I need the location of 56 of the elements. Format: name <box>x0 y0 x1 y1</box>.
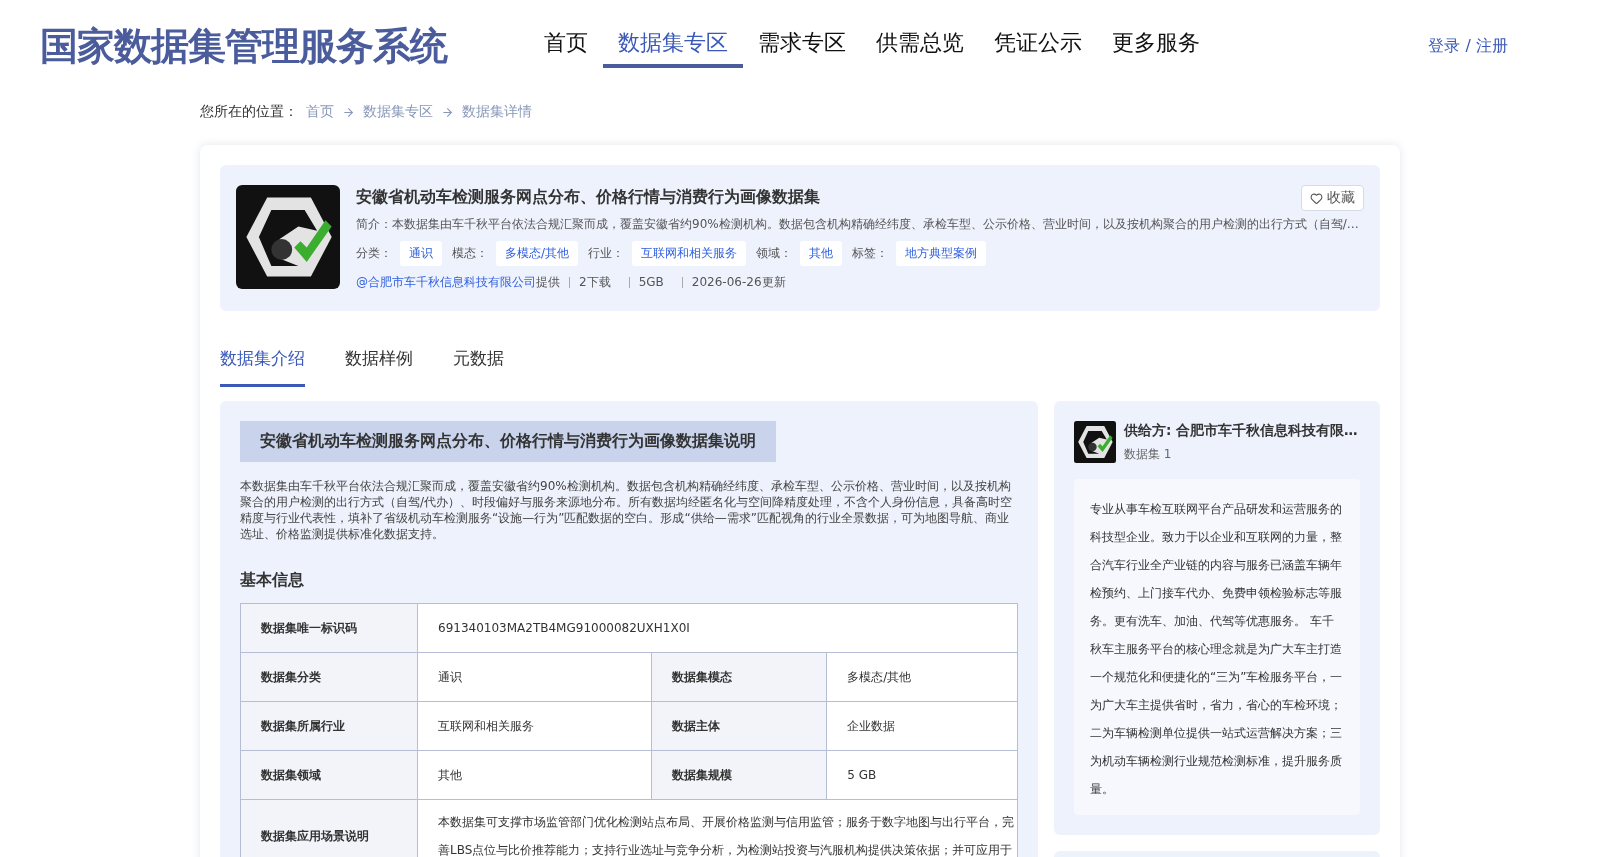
table-cell: 通识 <box>417 652 652 702</box>
content-tab[interactable]: 元数据 <box>453 341 504 387</box>
dataset-stat: 2下载 <box>569 277 620 288</box>
supplier-dataset-count: 数据集 1 <box>1124 445 1173 463</box>
table-header-cell: 数据集规模 <box>651 750 827 800</box>
company-logo-icon <box>1074 421 1116 463</box>
arrow-right-icon <box>441 105 454 119</box>
breadcrumb-label: 您所在的位置： <box>200 103 298 121</box>
content-tab[interactable]: 数据样例 <box>345 341 413 387</box>
tag-label: 模态： <box>452 245 488 262</box>
table-cell: 互联网和相关服务 <box>417 701 652 751</box>
nav-tab[interactable]: 需求专区 <box>743 22 861 68</box>
content-tab[interactable]: 数据集介绍 <box>220 341 305 387</box>
table-cell: 5 GB <box>826 750 1018 800</box>
dataset-title: 安徽省机动车检测服务网点分布、价格行情与消费行为画像数据集 <box>356 187 820 208</box>
table-header-cell: 数据集唯一标识码 <box>240 603 418 653</box>
table-header-cell: 数据集所属行业 <box>240 701 418 751</box>
site-logo[interactable]: 国家数据集管理服务系统 <box>40 20 447 72</box>
heart-icon <box>1310 191 1323 205</box>
arrow-right-icon <box>342 105 355 119</box>
tag: 其他 <box>800 241 843 266</box>
nav-tab[interactable]: 数据集专区 <box>603 22 743 68</box>
provider-suffix: 提供 <box>536 274 560 291</box>
dataset-stat: 2026-06-26更新 <box>681 277 795 288</box>
favorite-button[interactable]: 收藏 <box>1301 185 1364 211</box>
supplier-name: 供给方: 合肥市车千秋信息科技有限… <box>1124 421 1358 440</box>
table-header-cell: 数据集应用场景说明 <box>240 799 418 857</box>
nav-tab[interactable]: 更多服务 <box>1097 22 1215 68</box>
tag-label: 分类： <box>356 245 392 262</box>
tag: 通识 <box>400 241 442 266</box>
table-cell: 其他 <box>417 750 652 800</box>
description-text: 本数据集由车千秋平台依法合规汇聚而成，覆盖安徽省约90%检测机构。数据包含机构精确经纬度、承检车型、公示价格、营业时间，以及按机构聚合的用户检测的出行方式（自驾/代办）、时段偏好与服务来源地分布。所有数据均经匿名化与空间降精度处理，不含个人身份信息，具备高时空精度与行业代表性，填补了省级机动车检测服务“设施—行为”匹配数据的空白。形成“供给—需求”匹配视角的行业全景数据，可为地图导航、商业选址、价格监测提供标准化数据支持。 <box>240 478 1014 542</box>
tag: 互联网和相关服务 <box>632 241 747 266</box>
nav-tab[interactable]: 供需总览 <box>861 22 979 68</box>
table-header-cell: 数据集模态 <box>651 652 827 702</box>
nav-tab[interactable]: 凭证公示 <box>979 22 1097 68</box>
tag: 地方典型案例 <box>896 241 987 266</box>
provider-link[interactable]: @合肥市车千秋信息科技有限公司 <box>356 274 536 291</box>
table-cell: 691340103MA2TB4MG91000082UXH1X0I <box>417 603 1018 653</box>
dataset-summary: 简介：本数据集由车千秋平台依法合规汇聚而成，覆盖安徽省约90%检测机构。数据包含机构精确经纬度、承检车型、公示价格、营业时间，以及按机构聚合的用户检测的出行方式（自驾/… <box>356 216 1360 233</box>
tag-label: 行业： <box>588 245 625 262</box>
table-header-cell: 数据集分类 <box>240 652 418 702</box>
table-cell: 多模态/其他 <box>826 652 1018 702</box>
dataset-stat: 5GB <box>628 277 673 288</box>
description-title: 安徽省机动车检测服务网点分布、价格行情与消费行为画像数据集说明 <box>240 421 776 462</box>
section-title: 基本信息 <box>240 570 305 591</box>
company-logo-icon <box>236 185 340 289</box>
login-link[interactable]: 登录 / 注册 <box>1428 35 1508 57</box>
table-header-cell: 数据主体 <box>651 701 827 751</box>
supplier-description: 专业从事车检互联网平台产品研发和运营服务的科技型企业。致力于以企业和互联网的力量，整合汽车行业全产业链的内容与服务已涵盖车辆年检预约、上门接车代办、免费申领检验标志等服务。更有洗车、加油、代驾等优惠服务。 车千秋车主服务平台的核心理念就是为广大车主打造一个规范化和便捷化的“三为”车检服务平台，一为广大车主提供省时，省力，省心的车检环境；二为车辆检测单位提供一站式运营解决方案；三为机动车辆检测行业规范检测标准，提升服务质量。 <box>1074 479 1360 815</box>
table-cell: 企业数据 <box>826 701 1018 751</box>
nav-tab[interactable]: 首页 <box>529 22 603 68</box>
tag: 多模态/其他 <box>496 241 579 266</box>
tag-label: 标签： <box>852 245 889 262</box>
table-header-cell: 数据集领域 <box>240 750 418 800</box>
tag-label: 领域： <box>756 245 793 262</box>
